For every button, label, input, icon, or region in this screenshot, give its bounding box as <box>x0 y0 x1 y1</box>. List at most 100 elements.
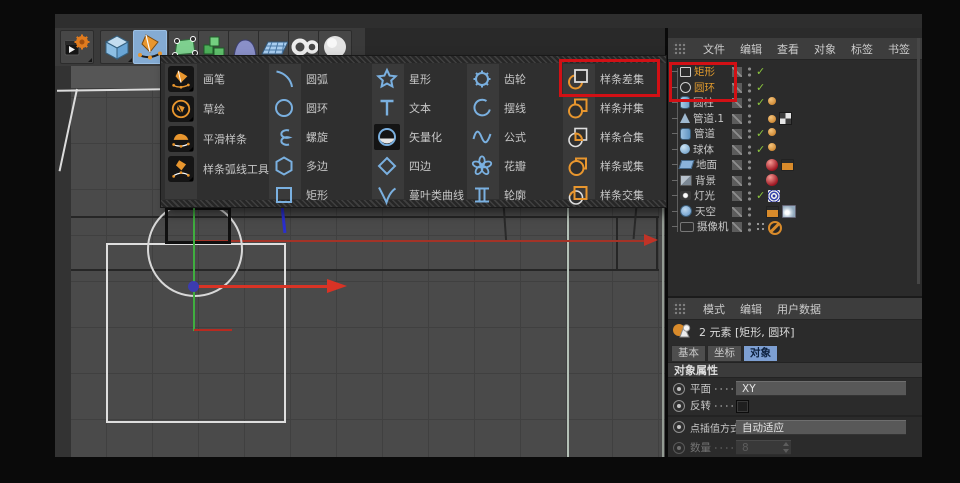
enabled-check-icon[interactable]: ✓ <box>756 127 765 140</box>
menu-grip-icon[interactable] <box>673 302 686 315</box>
axis-x-arrowhead-long[interactable] <box>644 234 658 246</box>
menu-item-quad[interactable]: 四边 <box>374 151 469 180</box>
enabled-check-icon[interactable]: ✓ <box>756 96 765 109</box>
menu-item-spline-and[interactable]: 样条合集 <box>565 122 665 151</box>
menu-item-formula[interactable]: 公式 <box>469 122 561 151</box>
anim-dot-icon[interactable] <box>673 383 685 395</box>
visibility-dots-icon[interactable] <box>747 82 752 94</box>
visibility-dots-icon[interactable] <box>747 175 752 187</box>
menu-item-sketch[interactable]: 草绘 <box>168 94 266 124</box>
menu-item-spline-or[interactable]: 样条或集 <box>565 151 665 180</box>
menu-item-helix[interactable]: 螺旋 <box>271 122 371 151</box>
enabled-check-icon[interactable]: ✓ <box>756 81 765 94</box>
object-row-background[interactable]: 背景 <box>668 173 922 189</box>
visibility-dots-icon[interactable] <box>747 221 752 233</box>
phong-tag-icon[interactable] <box>768 97 776 105</box>
menu-item-spline-union[interactable]: 样条并集 <box>565 93 665 122</box>
object-row-light[interactable]: 灯光 ✓ <box>668 188 922 204</box>
menu-item-cissoid[interactable]: 蔓叶类曲线 <box>374 180 469 209</box>
menu-grip-icon[interactable] <box>673 42 686 55</box>
cube-primitives-icon[interactable] <box>100 30 134 64</box>
anim-dot-icon[interactable] <box>673 421 685 433</box>
layer-toggle-icon[interactable] <box>732 207 742 217</box>
visibility-dots-icon[interactable] <box>747 113 752 125</box>
visibility-dots-icon[interactable] <box>747 66 752 78</box>
visibility-dots-icon[interactable] <box>747 159 752 171</box>
menu-item-pen[interactable]: 画笔 <box>168 64 266 94</box>
sky-texture-tag-icon[interactable] <box>782 205 796 218</box>
menu-item-star[interactable]: 星形 <box>374 64 469 93</box>
layer-toggle-icon[interactable] <box>732 176 742 186</box>
om-menu-file[interactable]: 文件 <box>703 41 725 57</box>
om-menu-tags[interactable]: 标签 <box>851 41 873 57</box>
compositing-tag-icon[interactable] <box>781 159 794 171</box>
menu-item-text[interactable]: 文本 <box>374 93 469 122</box>
am-menu-userdata[interactable]: 用户数据 <box>777 301 821 317</box>
layer-toggle-icon[interactable] <box>732 191 742 201</box>
layer-toggle-icon[interactable] <box>732 129 742 139</box>
target-tag-icon[interactable] <box>768 190 780 202</box>
compositing-tag-icon[interactable] <box>766 206 779 218</box>
plane-dropdown[interactable]: XY <box>736 381 906 396</box>
reverse-checkbox[interactable] <box>736 400 749 413</box>
visibility-dots-icon[interactable] <box>747 97 752 109</box>
axis-x-arrowhead[interactable] <box>327 279 347 293</box>
tab-coordinates[interactable]: 坐标 <box>707 345 742 361</box>
layer-toggle-icon[interactable] <box>732 222 742 232</box>
object-row-floor[interactable]: 地面 <box>668 157 922 173</box>
menu-item-profile[interactable]: 轮廓 <box>469 180 561 209</box>
enabled-check-icon[interactable]: ✓ <box>756 189 765 202</box>
tab-object[interactable]: 对象 <box>743 345 778 361</box>
object-row-sphere[interactable]: 球体 ✓ <box>668 142 922 158</box>
visibility-dots-icon[interactable] <box>747 190 752 202</box>
om-menu-bookmarks[interactable]: 书签 <box>888 41 910 57</box>
menu-item-rectangle[interactable]: 矩形 <box>271 180 371 209</box>
camera-toggle-icon[interactable] <box>755 221 766 232</box>
am-menu-edit[interactable]: 编辑 <box>740 301 762 317</box>
anim-dot-icon[interactable] <box>673 400 685 412</box>
protection-tag-icon[interactable] <box>768 221 782 235</box>
enabled-check-icon[interactable]: ✓ <box>756 65 765 78</box>
object-row-sky[interactable]: 天空 <box>668 204 922 220</box>
menu-item-polygon[interactable]: 多边 <box>271 151 371 180</box>
visibility-dots-icon[interactable] <box>747 128 752 140</box>
object-row-camera[interactable]: 摄像机 <box>668 219 922 235</box>
tab-basic[interactable]: 基本 <box>671 345 706 361</box>
gizmo-origin-dot[interactable] <box>188 281 199 292</box>
layer-toggle-icon[interactable] <box>732 114 742 124</box>
am-menu-mode[interactable]: 模式 <box>703 301 725 317</box>
menu-item-circle[interactable]: 圆环 <box>271 93 371 122</box>
menu-item-cycloid[interactable]: 摆线 <box>469 93 561 122</box>
menu-item-spline-intersect[interactable]: 样条交集 <box>565 180 665 209</box>
om-menu-object[interactable]: 对象 <box>814 41 836 57</box>
phong-tag-icon[interactable] <box>768 143 776 151</box>
axis-z-line[interactable] <box>281 206 287 233</box>
axis-x-line-long[interactable] <box>193 240 644 242</box>
interpolation-dropdown[interactable]: 自动适应 <box>736 420 906 435</box>
axis-y-line[interactable] <box>193 208 195 331</box>
menu-item-arc[interactable]: 圆弧 <box>271 64 371 93</box>
phong-tag-icon[interactable] <box>768 115 776 123</box>
object-row-tube[interactable]: 管道 ✓ <box>668 126 922 142</box>
enabled-check-icon[interactable]: ✓ <box>756 143 765 156</box>
visibility-dots-icon[interactable] <box>747 144 752 156</box>
anim-dot-icon[interactable] <box>673 442 685 454</box>
menu-item-smooth-spline[interactable]: 平滑样条 <box>168 124 266 154</box>
om-menu-view[interactable]: 查看 <box>777 41 799 57</box>
menu-item-flower[interactable]: 花瓣 <box>469 151 561 180</box>
render-settings-icon[interactable] <box>60 30 94 64</box>
layer-toggle-icon[interactable] <box>732 145 742 155</box>
material-red-tag-icon[interactable] <box>766 174 778 186</box>
object-row-tube-1[interactable]: 管道.1 <box>668 111 922 127</box>
spinner-arrows-icon[interactable] <box>782 442 791 453</box>
menu-item-vectorize[interactable]: 矢量化 <box>374 122 469 151</box>
visibility-dots-icon[interactable] <box>747 206 752 218</box>
menu-item-gear[interactable]: 齿轮 <box>469 64 561 93</box>
om-menu-edit[interactable]: 编辑 <box>740 41 762 57</box>
texture-checker-tag-icon[interactable] <box>779 112 792 125</box>
material-red-tag-icon[interactable] <box>766 159 778 171</box>
phong-tag-icon[interactable] <box>768 128 776 136</box>
layer-toggle-icon[interactable] <box>732 160 742 170</box>
axis-x-line[interactable] <box>198 285 329 288</box>
om-scrollbar[interactable] <box>917 38 920 284</box>
